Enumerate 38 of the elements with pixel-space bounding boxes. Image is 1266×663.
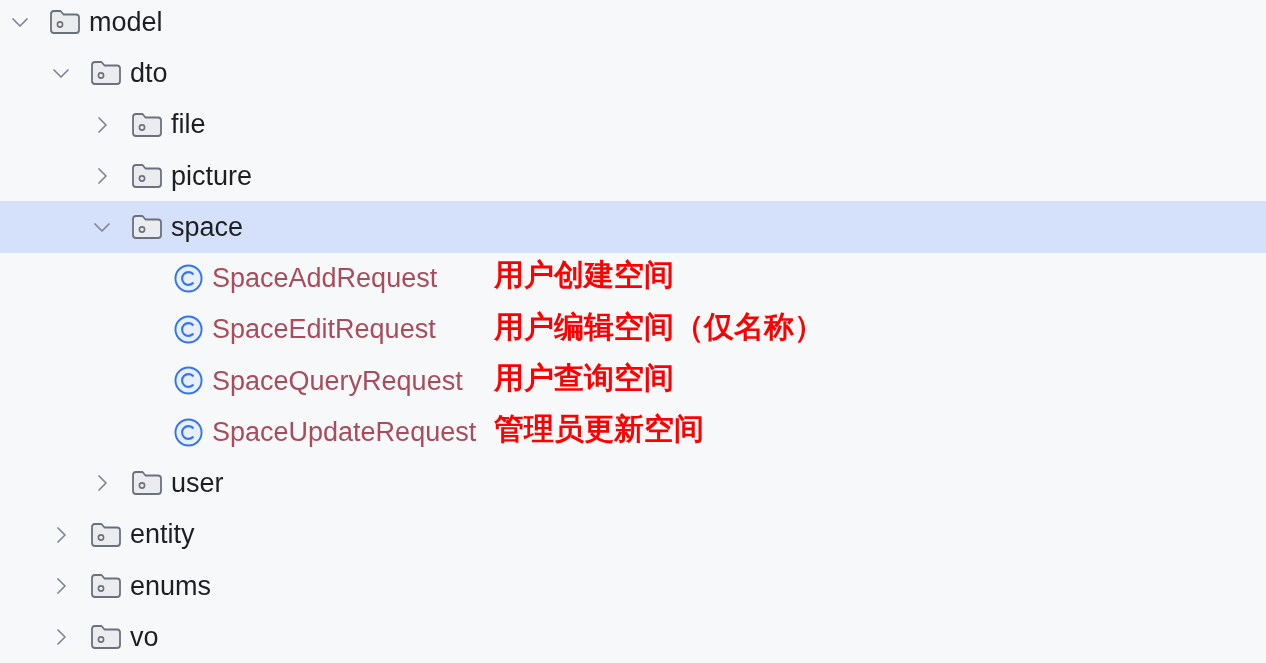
tree-item[interactable]: vo bbox=[53, 611, 159, 663]
tree-item[interactable]: model bbox=[12, 0, 163, 48]
tree-item[interactable]: file bbox=[94, 98, 206, 151]
tree-item[interactable]: dto bbox=[53, 47, 168, 99]
tree-item[interactable]: SpaceUpdateRequest bbox=[135, 406, 477, 458]
tree-item[interactable]: user bbox=[94, 457, 224, 509]
class-icon bbox=[174, 263, 203, 293]
chevron-right-icon[interactable] bbox=[56, 526, 66, 543]
chevron-down-icon[interactable] bbox=[53, 68, 69, 78]
chevron-right-icon[interactable] bbox=[56, 577, 66, 594]
folder-icon bbox=[91, 573, 121, 598]
chevron-right-icon[interactable] bbox=[97, 475, 107, 492]
class-icon bbox=[174, 315, 203, 345]
folder-icon bbox=[132, 215, 162, 240]
folder-icon bbox=[132, 471, 162, 496]
folder-icon bbox=[132, 112, 162, 137]
folder-icon bbox=[91, 61, 121, 86]
tree-item[interactable]: entity bbox=[53, 508, 195, 561]
folder-icon bbox=[91, 522, 121, 547]
class-icon bbox=[174, 366, 203, 396]
annotation-text: 用户查询空间 bbox=[494, 359, 674, 396]
chevron-down-icon[interactable] bbox=[12, 17, 28, 27]
tree-item[interactable]: enums bbox=[53, 560, 212, 612]
folder-icon bbox=[91, 625, 121, 650]
chevron-right-icon[interactable] bbox=[56, 629, 66, 646]
annotation-text: 用户编辑空间（仅名称） bbox=[494, 308, 824, 345]
folder-icon bbox=[50, 10, 80, 35]
folder-icon bbox=[132, 163, 162, 188]
annotation-text: 管理员更新空间 bbox=[494, 411, 704, 448]
class-icon bbox=[174, 417, 203, 447]
chevron-down-icon[interactable] bbox=[94, 222, 110, 232]
chevron-right-icon[interactable] bbox=[97, 167, 107, 184]
tree-item[interactable]: SpaceQueryRequest bbox=[135, 355, 463, 407]
chevron-right-icon[interactable] bbox=[97, 116, 107, 133]
tree-item[interactable]: SpaceEditRequest bbox=[135, 303, 436, 356]
annotation-text: 用户创建空间 bbox=[494, 257, 674, 294]
tree-item[interactable]: picture bbox=[94, 150, 253, 202]
tree-item[interactable]: SpaceAddRequest bbox=[135, 252, 438, 304]
